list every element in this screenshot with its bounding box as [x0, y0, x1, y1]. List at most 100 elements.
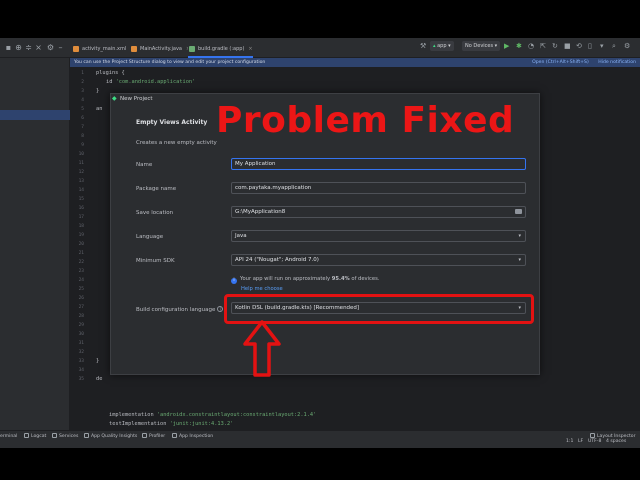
- open-project-structure-link[interactable]: Open (Ctrl+Alt+Shift+S): [532, 60, 589, 65]
- run-config-label: app: [437, 43, 447, 49]
- line-number: 12: [78, 170, 84, 175]
- java-file-icon: [131, 46, 137, 52]
- line-number: 2: [81, 80, 84, 85]
- letterbox-bottom: 1:1 LF UTF-8 4 spaces: [0, 438, 640, 480]
- android-icon: ▴: [433, 43, 436, 49]
- run-icon[interactable]: ▶: [504, 41, 509, 51]
- hammer-icon[interactable]: ⚒: [420, 41, 426, 51]
- code-line: implementation 'androidx.constraintlayou…: [109, 412, 317, 418]
- info-icon: i: [231, 278, 237, 284]
- line-number: 35: [78, 377, 84, 382]
- stop-icon[interactable]: ■: [564, 41, 571, 51]
- code-line: testImplementation 'junit:junit:4.13.2': [109, 421, 234, 427]
- line-number: 11: [78, 161, 84, 166]
- sync-gradle-icon[interactable]: ⟲: [576, 41, 582, 51]
- line-number: 28: [78, 314, 84, 319]
- problem-fixed-overlay-text: Problem Fixed: [216, 100, 515, 141]
- minimum-sdk-label: Minimum SDK: [136, 258, 175, 264]
- line-number: 13: [78, 179, 84, 184]
- help-me-choose-link[interactable]: Help me choose: [241, 286, 283, 292]
- tab-label: activity_main.xml: [82, 46, 127, 52]
- minimize-icon[interactable]: –: [56, 43, 65, 52]
- tab-build-gradle-app[interactable]: build.gradle (:app) ×: [188, 42, 253, 58]
- name-input[interactable]: My Application: [231, 158, 526, 170]
- line-number: 18: [78, 224, 84, 229]
- run-config-select[interactable]: ▴ app ▾: [430, 41, 454, 51]
- file-encoding[interactable]: UTF-8: [588, 439, 601, 444]
- android-studio-logo-icon: ◆: [112, 95, 117, 102]
- line-number: 23: [78, 269, 84, 274]
- package-name-input[interactable]: com.paytaka.myapplication: [231, 182, 526, 194]
- chevron-down-icon: ▾: [518, 233, 521, 239]
- device-label: No Devices: [465, 43, 494, 49]
- line-number: 32: [78, 350, 84, 355]
- line-number: 6: [81, 116, 84, 121]
- line-number: 16: [78, 206, 84, 211]
- line-number: 22: [78, 260, 84, 265]
- line-number: 1: [81, 71, 84, 76]
- notice-text: You can use the Project Structure dialog…: [74, 60, 266, 65]
- line-number: 4: [81, 98, 84, 103]
- tab-activity-main-xml[interactable]: activity_main.xml×: [72, 42, 134, 58]
- line-number: 3: [81, 89, 84, 94]
- folder-browse-icon[interactable]: [515, 209, 522, 214]
- line-number: 20: [78, 242, 84, 247]
- line-number: 9: [81, 143, 84, 148]
- xml-file-icon: [73, 46, 79, 52]
- build-config-label: Build configuration language?: [136, 306, 224, 313]
- line-number: 34: [78, 368, 84, 373]
- line-number: 17: [78, 215, 84, 220]
- tab-label: build.gradle (:app): [198, 46, 245, 52]
- project-tree-selected-row[interactable]: [0, 110, 70, 120]
- editor-gutter: 1 2 3 4 5 6 7 8 9 10 11 12 13 14 15 16 17 18 19 20 21 22 23 24 2…: [70, 67, 98, 430]
- line-number: 25: [78, 287, 84, 292]
- up-arrow-annotation: [243, 320, 281, 377]
- project-tool-window: [0, 58, 70, 430]
- apply-changes-icon[interactable]: ↻: [552, 41, 558, 51]
- tab-mainactivity-java[interactable]: MainActivity.java×: [130, 42, 190, 58]
- caret-position[interactable]: 1:1: [566, 439, 573, 444]
- tab-close-icon[interactable]: ×: [248, 46, 252, 52]
- line-number: 27: [78, 305, 84, 310]
- hide-notification-link[interactable]: Hide notification: [598, 60, 636, 65]
- name-label: Name: [136, 162, 153, 168]
- minimum-sdk-select[interactable]: API 24 ("Nougat"; Android 7.0) ▾: [231, 254, 526, 266]
- device-coverage-info: i Your app will run on approximately 95.4…: [231, 276, 379, 284]
- save-location-label: Save location: [136, 210, 174, 216]
- indent-setting[interactable]: 4 spaces: [606, 439, 626, 444]
- code-line: plugins {: [96, 70, 125, 76]
- code-line: de: [96, 376, 103, 382]
- collapse-icon[interactable]: ≑: [24, 43, 33, 52]
- line-number: 33: [78, 359, 84, 364]
- run-controls: ⚒ ▴ app ▾ No Devices ▾ ▶ ✱ ◔ ⇱ ↻ ■ ⟲ ▯ ▾…: [420, 38, 640, 58]
- gradle-file-icon: [189, 46, 195, 52]
- line-number: 24: [78, 278, 84, 283]
- line-number: 7: [81, 125, 84, 130]
- language-select[interactable]: Java ▾: [231, 230, 526, 242]
- settings-gear-icon[interactable]: ⚙: [46, 43, 55, 52]
- search-icon[interactable]: ⌕: [612, 41, 616, 51]
- line-number: 5: [81, 107, 84, 112]
- debug-icon[interactable]: ✱: [516, 41, 522, 51]
- device-manager-icon[interactable]: ▯: [588, 41, 592, 51]
- close-icon[interactable]: ×: [34, 43, 43, 52]
- project-structure-notice: You can use the Project Structure dialog…: [70, 58, 640, 67]
- settings-icon[interactable]: ⚙: [624, 41, 630, 51]
- line-number: 29: [78, 323, 84, 328]
- line-number: 21: [78, 251, 84, 256]
- device-select[interactable]: No Devices ▾: [462, 41, 501, 51]
- code-line: id 'com.android.application': [106, 79, 196, 85]
- line-separator[interactable]: LF: [578, 439, 583, 444]
- folder-icon[interactable]: ▪: [4, 43, 13, 52]
- code-line: an: [96, 106, 103, 112]
- line-number: 8: [81, 134, 84, 139]
- attach-icon[interactable]: ⇱: [540, 41, 546, 51]
- main-toolbar: ▪ ⊕ ≑ × ⚙ – activity_main.xml× MainActiv…: [0, 38, 640, 58]
- save-location-input[interactable]: G:\MyApplication8: [231, 206, 526, 218]
- profile-icon[interactable]: ◔: [528, 41, 534, 51]
- sync-icon[interactable]: ⊕: [14, 43, 23, 52]
- sdk-manager-icon[interactable]: ▾: [600, 41, 604, 51]
- package-name-label: Package name: [136, 186, 177, 192]
- line-number: 31: [78, 341, 84, 346]
- help-question-icon[interactable]: ?: [217, 306, 224, 312]
